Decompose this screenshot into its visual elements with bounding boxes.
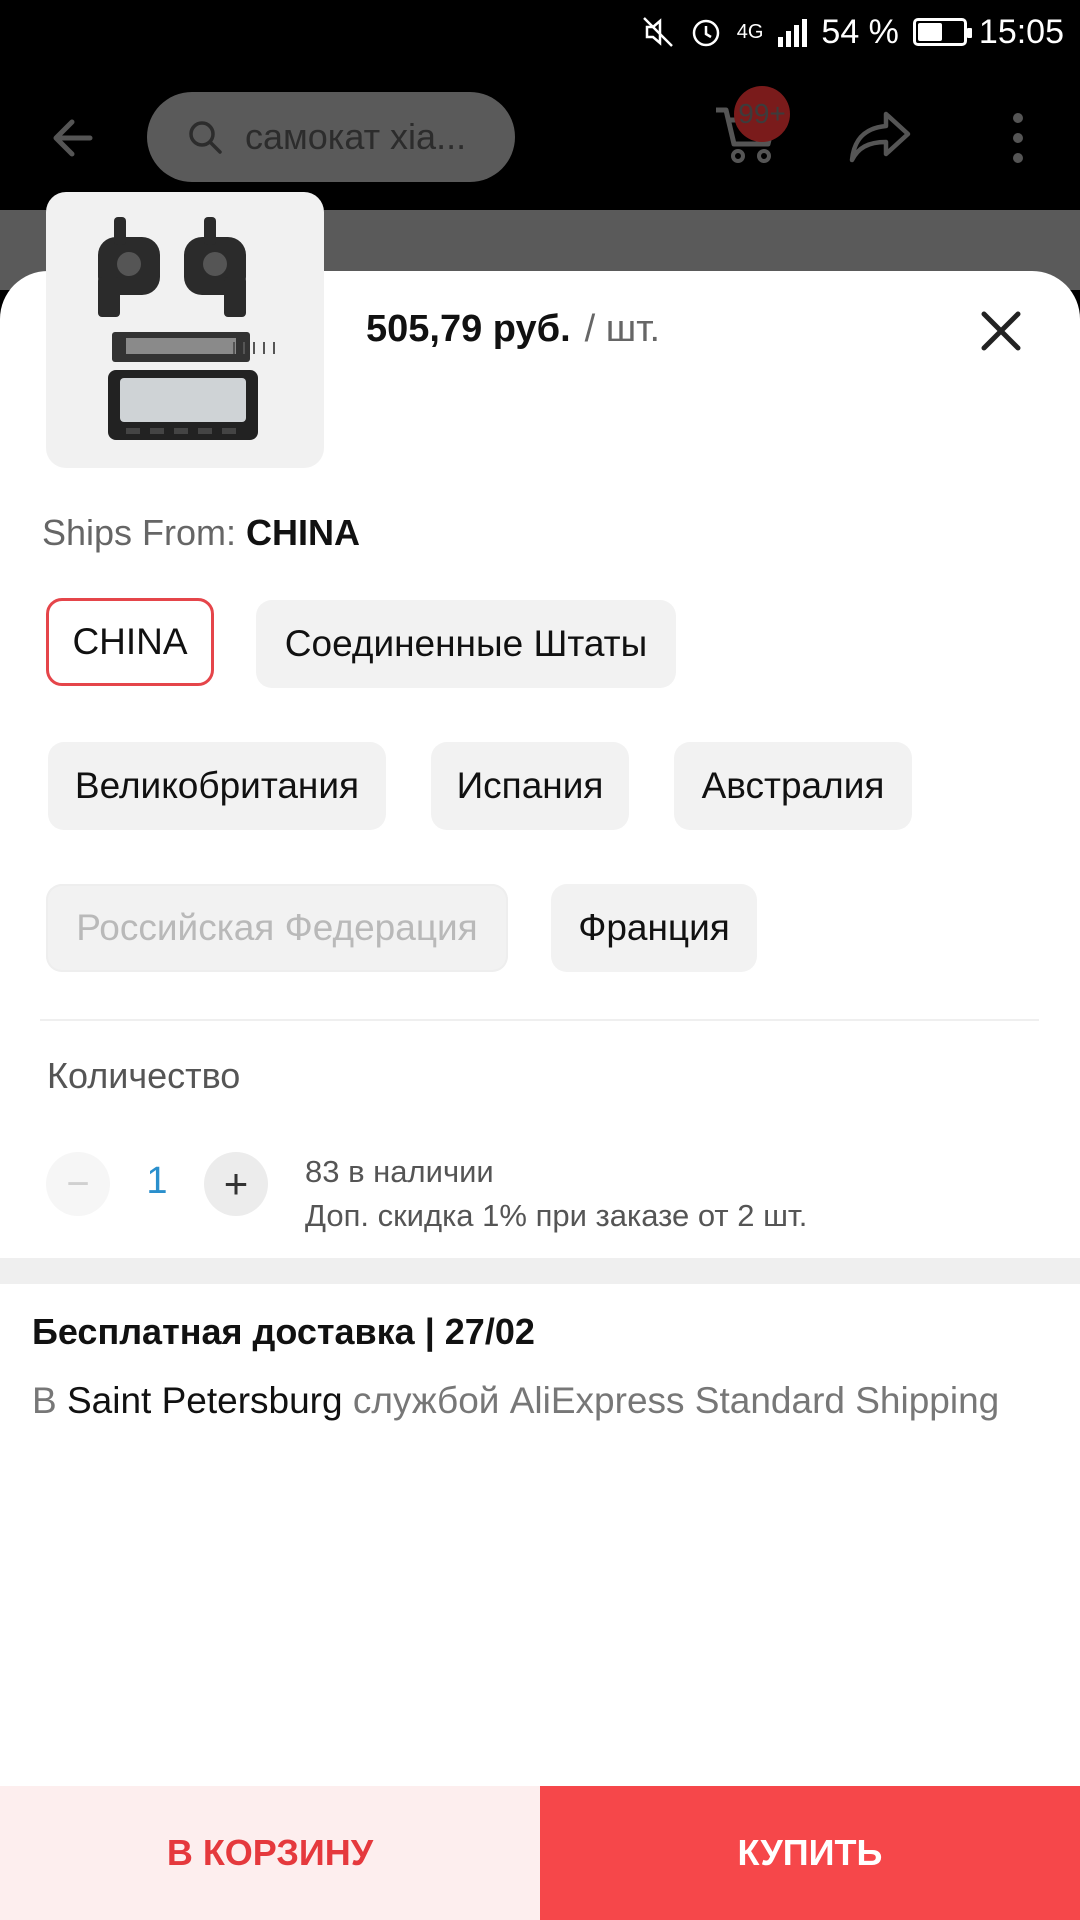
action-bar: В КОРЗИНУ КУПИТЬ [0, 1786, 1080, 1920]
shipping-city: Saint Petersburg [66, 1380, 343, 1421]
battery-icon [912, 18, 972, 46]
section-separator [0, 1258, 1080, 1284]
bulk-discount: Доп. скидка 1% при заказе от 2 шт. [305, 1198, 808, 1233]
quantity-increase-button[interactable]: + [204, 1152, 268, 1216]
ship-option-australia[interactable]: Австралия [674, 742, 912, 830]
ship-option-china[interactable]: CHINA [46, 598, 214, 686]
divider [40, 1019, 1039, 1021]
shipping-service: службой AliExpress Standard Shipping [352, 1380, 1000, 1421]
share-icon[interactable] [848, 108, 912, 164]
ships-from-value: CHINA [246, 512, 361, 553]
cart-badge: 99+ [734, 86, 790, 142]
buy-now-button[interactable]: КУПИТЬ [540, 1786, 1080, 1920]
app-header: самокат xia... 99+ [0, 64, 1080, 210]
quantity-title: Количество [47, 1055, 241, 1096]
mute-icon [641, 15, 675, 49]
price-unit: / шт. [584, 308, 661, 350]
price: 505,79 руб. [366, 308, 571, 350]
battery-percent: 54 % [821, 12, 899, 51]
ships-from-title: Ships From: [42, 512, 237, 553]
search-box[interactable]: самокат xia... [147, 92, 515, 182]
signal-icon [777, 17, 809, 47]
shipping-title: Бесплатная доставка | 27/02 [32, 1311, 535, 1352]
ship-option-france[interactable]: Франция [551, 884, 757, 972]
stock-info: 83 в наличии Доп. скидка 1% при заказе о… [305, 1150, 807, 1238]
search-query: самокат xia... [245, 116, 467, 157]
clock: 15:05 [978, 12, 1064, 51]
back-arrow-icon[interactable] [46, 110, 102, 166]
shipping-description[interactable]: В Saint Petersburg службой AliExpress St… [32, 1380, 999, 1422]
close-icon[interactable] [976, 306, 1026, 356]
search-icon [189, 121, 222, 154]
add-to-cart-button[interactable]: В КОРЗИНУ [0, 1786, 540, 1920]
ships-from-label: Ships From: CHINA [42, 512, 360, 554]
more-vertical-icon[interactable] [1003, 110, 1033, 166]
stock-count: 83 в наличии [305, 1154, 494, 1189]
shipping-prefix: В [32, 1380, 57, 1421]
status-bar: 4G 54 % 15:05 [0, 0, 1080, 64]
quantity-decrease-button[interactable]: − [46, 1152, 110, 1216]
ship-option-russia: Российская Федерация [46, 884, 508, 972]
price-block: 505,79 руб. / шт. [366, 308, 660, 351]
product-thumbnail [46, 192, 324, 468]
network-label: 4G [736, 20, 764, 43]
alarm-icon [689, 15, 723, 49]
ship-option-usa[interactable]: Соединенные Штаты [256, 600, 676, 688]
ship-option-uk[interactable]: Великобритания [48, 742, 386, 830]
ship-option-spain[interactable]: Испания [431, 742, 629, 830]
quantity-value[interactable]: 1 [140, 1160, 174, 1203]
